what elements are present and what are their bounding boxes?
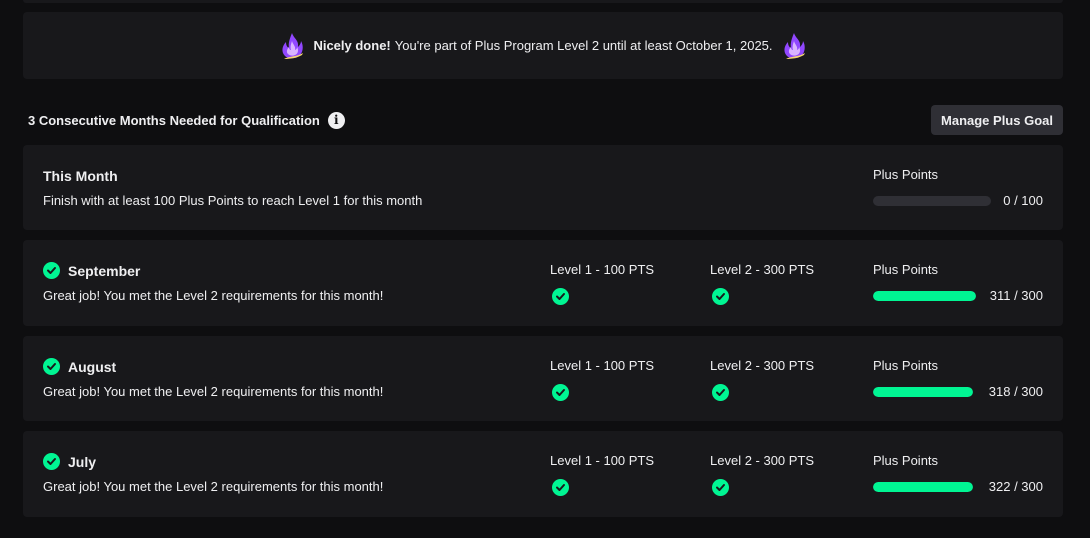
manage-plus-goal-button[interactable]: Manage Plus Goal (931, 105, 1063, 135)
this-month-title: This Month (43, 168, 118, 184)
progress-bar (873, 386, 973, 397)
plus-points-label: Plus Points (873, 453, 939, 468)
plus-points-column: Plus Points 322 / 300 (873, 453, 1043, 494)
plus-points-value: 311 / 300 (989, 288, 1043, 303)
banner-bold-text: Nicely done! (313, 38, 391, 53)
month-description: Great job! You met the Level 2 requireme… (43, 288, 384, 303)
top-card-edge (23, 0, 1063, 3)
status-banner: Nicely done! You're part of Plus Program… (23, 12, 1063, 79)
check-circle-icon (552, 479, 569, 496)
progress-bar (873, 481, 973, 492)
check-circle-icon (552, 288, 569, 305)
flame-icon (282, 32, 304, 59)
month-name: July (68, 453, 97, 470)
plus-points-value: 318 / 300 (988, 384, 1043, 399)
plus-points-value: 322 / 300 (988, 479, 1043, 494)
level-2-column: Level 2 - 300 PTS (710, 453, 815, 496)
level-1-column: Level 1 - 100 PTS (550, 262, 655, 305)
check-circle-icon (552, 384, 569, 401)
month-name: September (68, 262, 141, 279)
plus-points-label: Plus Points (873, 167, 939, 182)
this-month-card: This Month Finish with at least 100 Plus… (23, 145, 1063, 230)
info-icon[interactable]: i (327, 111, 345, 129)
month-description: Great job! You met the Level 2 requireme… (43, 479, 384, 494)
plus-points-label: Plus Points (873, 262, 939, 277)
month-name: August (68, 358, 117, 375)
level-1-column: Level 1 - 100 PTS (550, 453, 655, 496)
progress-bar-fill (873, 290, 976, 301)
month-card-august: August Great job! You met the Level 2 re… (23, 336, 1063, 421)
qualification-title-text: 3 Consecutive Months Needed for Qualific… (28, 112, 320, 128)
plus-points-column: Plus Points 311 / 300 (873, 262, 1043, 303)
this-month-description: Finish with at least 100 Plus Points to … (43, 193, 423, 208)
check-circle-icon (712, 384, 729, 401)
level-1-column: Level 1 - 100 PTS (550, 358, 655, 401)
month-card-july: July Great job! You met the Level 2 requ… (23, 431, 1063, 517)
flame-icon (783, 32, 805, 59)
month-title: September (43, 262, 140, 279)
month-description: Great job! You met the Level 2 requireme… (43, 384, 384, 399)
level-2-label: Level 2 - 300 PTS (710, 358, 815, 373)
plus-points-column: Plus Points 0 / 100 (873, 167, 1043, 208)
progress-bar (873, 290, 976, 301)
month-title: July (43, 453, 96, 470)
check-circle-icon (712, 479, 729, 496)
banner-text: You're part of Plus Program Level 2 unti… (394, 38, 773, 53)
level-2-label: Level 2 - 300 PTS (710, 453, 815, 468)
level-2-column: Level 2 - 300 PTS (710, 358, 815, 401)
check-circle-icon (43, 358, 60, 375)
progress-bar-fill (873, 386, 973, 397)
month-card-september: September Great job! You met the Level 2… (23, 240, 1063, 326)
qualification-title: 3 Consecutive Months Needed for Qualific… (23, 111, 345, 129)
check-circle-icon (712, 288, 729, 305)
month-title: August (43, 358, 116, 375)
level-1-label: Level 1 - 100 PTS (550, 358, 655, 373)
check-circle-icon (43, 262, 60, 279)
level-2-column: Level 2 - 300 PTS (710, 262, 815, 305)
plus-points-label: Plus Points (873, 358, 939, 373)
level-1-label: Level 1 - 100 PTS (550, 453, 655, 468)
progress-bar-fill (873, 481, 973, 492)
level-1-label: Level 1 - 100 PTS (550, 262, 655, 277)
plus-points-column: Plus Points 318 / 300 (873, 358, 1043, 399)
progress-bar (873, 195, 991, 206)
qualification-header: 3 Consecutive Months Needed for Qualific… (23, 105, 1063, 135)
level-2-label: Level 2 - 300 PTS (710, 262, 815, 277)
check-circle-icon (43, 453, 60, 470)
plus-points-value: 0 / 100 (1003, 193, 1043, 208)
